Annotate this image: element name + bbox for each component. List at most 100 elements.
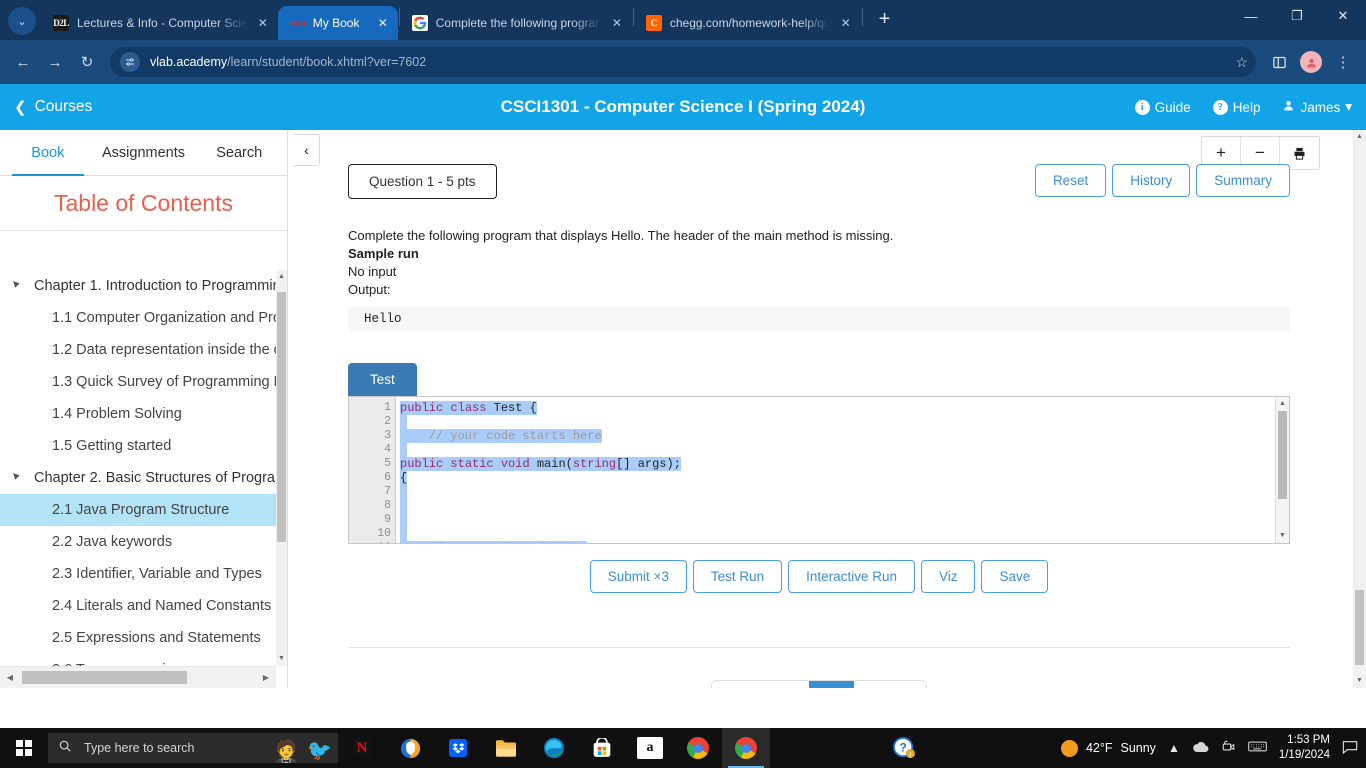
interactive-run-button[interactable]: Interactive Run	[788, 560, 915, 593]
scroll-up-icon[interactable]: ▲	[1276, 397, 1289, 411]
code-line[interactable]: public static void main(string[] args);	[396, 457, 1289, 471]
toc-item-1-1[interactable]: 1.1 Computer Organization and Progr	[0, 302, 276, 334]
chrome-icon[interactable]	[674, 728, 722, 768]
sidebar-horizontal-scrollbar[interactable]: ◀ ▶	[0, 666, 276, 688]
save-button[interactable]: Save	[981, 560, 1049, 593]
scrollbar-thumb[interactable]	[277, 292, 286, 542]
user-menu[interactable]: James ▾	[1282, 99, 1352, 115]
toc-item-2-1[interactable]: 2.1 Java Program Structure	[0, 494, 276, 526]
expand-triangle-icon[interactable]: ◀	[10, 469, 26, 485]
close-icon[interactable]: ✕	[376, 16, 390, 30]
browser-tab-3[interactable]: C chegg.com/homework-help/qu ✕	[635, 6, 861, 40]
malwarebytes-icon[interactable]	[386, 728, 434, 768]
code-line[interactable]: // your code starts here	[396, 429, 1289, 443]
code-editor[interactable]: 1▼23456▼7891011 public class Test { // y…	[348, 396, 1290, 544]
tab-search[interactable]: Search	[191, 130, 287, 175]
toc-item-1-5[interactable]: 1.5 Getting started	[0, 430, 276, 462]
scroll-up-icon[interactable]: ▲	[1353, 130, 1366, 144]
reset-button[interactable]: Reset	[1034, 164, 1107, 197]
scroll-up-icon[interactable]: ▲	[276, 270, 287, 284]
taskbar-search[interactable]: Type here to search 🤵 🐦	[48, 733, 338, 763]
browser-tab-0[interactable]: D2L Lectures & Info - Computer Scie ✕	[42, 6, 278, 40]
scroll-down-icon[interactable]: ▼	[276, 652, 287, 666]
amazon-icon[interactable]: a	[626, 728, 674, 768]
start-button[interactable]	[0, 728, 48, 768]
notification-icon[interactable]	[1342, 740, 1358, 757]
scroll-down-icon[interactable]: ▼	[1276, 529, 1289, 543]
toc-item-1-4[interactable]: 1.4 Problem Solving	[0, 398, 276, 430]
edge-icon[interactable]	[530, 728, 578, 768]
browser-tab-2[interactable]: Complete the following progran ✕	[401, 6, 632, 40]
close-icon[interactable]: ✕	[839, 16, 853, 30]
code-line[interactable]	[396, 527, 1289, 541]
chrome-active-icon[interactable]	[722, 728, 770, 768]
taskbar-clock[interactable]: 1:53 PM 1/19/2024	[1279, 733, 1330, 763]
back-button[interactable]: ←	[8, 47, 38, 77]
code-line[interactable]: {	[396, 471, 1289, 485]
show-hidden-icons-button[interactable]: ▲	[1168, 741, 1180, 755]
toc-item-2-6[interactable]: 2.6 Type conversions	[0, 654, 276, 666]
guide-button[interactable]: i Guide	[1134, 99, 1191, 115]
summary-button[interactable]: Summary	[1196, 164, 1290, 197]
sidebar-vertical-scrollbar[interactable]: ▲ ▼	[276, 270, 287, 666]
toc-item-1-3[interactable]: 1.3 Quick Survey of Programming Lan	[0, 366, 276, 398]
camera-icon[interactable]	[1221, 740, 1236, 757]
toc-item-2-5[interactable]: 2.5 Expressions and Statements	[0, 622, 276, 654]
next-button[interactable]: Next	[854, 681, 926, 688]
tab-assignments[interactable]: Assignments	[96, 130, 192, 175]
close-icon[interactable]: ✕	[610, 16, 624, 30]
browser-menu-button[interactable]: ⋮	[1328, 47, 1358, 77]
weather-widget[interactable]: 42°F Sunny	[1060, 739, 1156, 757]
scroll-right-icon[interactable]: ▶	[258, 667, 274, 688]
code-line[interactable]	[396, 443, 1289, 457]
keyboard-icon[interactable]	[1248, 740, 1267, 756]
reload-button[interactable]: ↻	[72, 47, 102, 77]
tab-search-button[interactable]: ⌄	[8, 7, 36, 35]
collapse-sidebar-button[interactable]: ‹	[294, 134, 320, 166]
test-run-button[interactable]: Test Run	[692, 560, 783, 593]
history-button[interactable]: History	[1112, 164, 1191, 197]
microsoft-store-icon[interactable]	[578, 728, 626, 768]
code-line[interactable]	[396, 513, 1289, 527]
close-icon[interactable]: ✕	[256, 16, 270, 30]
side-panel-icon[interactable]	[1264, 47, 1294, 77]
scrollbar-thumb[interactable]	[1355, 590, 1364, 665]
window-close-button[interactable]: ✕	[1320, 0, 1366, 32]
address-bar[interactable]: vlab.academy/learn/student/book.xhtml?ve…	[110, 47, 1256, 77]
expand-triangle-icon[interactable]: ◀	[10, 277, 26, 293]
onedrive-icon[interactable]	[1192, 741, 1209, 756]
scroll-left-icon[interactable]: ◀	[2, 667, 18, 688]
toc-item-2-4[interactable]: 2.4 Literals and Named Constants	[0, 590, 276, 622]
tab-book[interactable]: Book	[0, 130, 96, 176]
scrollbar-thumb[interactable]	[22, 671, 187, 684]
viz-button[interactable]: Viz	[920, 560, 976, 593]
maximize-button[interactable]: ❐	[1274, 0, 1320, 32]
toc-item-2-3[interactable]: 2.3 Identifier, Variable and Types	[0, 558, 276, 590]
toc-item-2-2[interactable]: 2.2 Java keywords	[0, 526, 276, 558]
previous-button[interactable]: Previous	[712, 681, 809, 688]
scroll-down-icon[interactable]: ▼	[1353, 674, 1366, 688]
netflix-icon[interactable]: N	[338, 728, 386, 768]
toc-chapter-1[interactable]: ◀ Chapter 1. Introduction to Programming	[0, 270, 276, 302]
help-button[interactable]: ? Help	[1212, 99, 1260, 115]
page-vertical-scrollbar[interactable]: ▲ ▼	[1353, 130, 1366, 688]
bookmark-star-icon[interactable]: ☆	[1235, 54, 1248, 71]
browser-tab-1[interactable]: vlab My Book ✕	[277, 6, 398, 40]
editor-code[interactable]: public class Test { // your code starts …	[396, 397, 1289, 543]
toc-chapter-2[interactable]: ◀ Chapter 2. Basic Structures of Program…	[0, 462, 276, 494]
submit-button[interactable]: Submit ×3	[589, 560, 687, 593]
code-line[interactable]: // your code ends here	[396, 541, 1289, 543]
editor-file-tab[interactable]: Test	[348, 363, 417, 396]
code-line[interactable]	[396, 485, 1289, 499]
code-line[interactable]	[396, 415, 1289, 429]
scrollbar-thumb[interactable]	[1278, 411, 1287, 499]
profile-avatar-icon[interactable]	[1296, 47, 1326, 77]
page-number-1[interactable]: 1	[808, 681, 855, 688]
file-explorer-icon[interactable]	[482, 728, 530, 768]
editor-scrollbar[interactable]: ▲ ▼	[1275, 397, 1289, 543]
courses-back-link[interactable]: ❮ Courses	[14, 98, 92, 116]
dropbox-icon[interactable]	[434, 728, 482, 768]
new-tab-button[interactable]: +	[872, 7, 898, 33]
code-line[interactable]: public class Test {	[396, 401, 1289, 415]
toc-item-1-2[interactable]: 1.2 Data representation inside the cor	[0, 334, 276, 366]
